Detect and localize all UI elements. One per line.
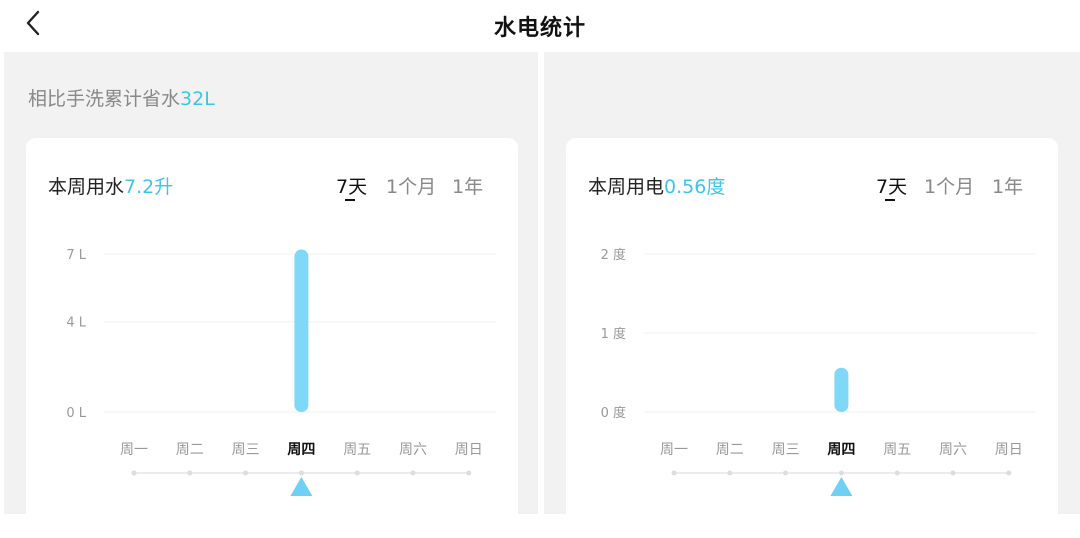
x-tick-label[interactable]: 周五 xyxy=(883,442,911,458)
y-tick-label: 2 度 xyxy=(601,247,626,263)
power-chart-card: 本周用电0.56度 7天 1个月 1年 2 度1 度0 度周一 周二 周三 周四 周五周… xyxy=(566,138,1058,538)
timeline-dot[interactable] xyxy=(950,470,956,476)
timeline-dot[interactable] xyxy=(671,470,677,476)
water-saving-summary: 相比手洗累计省水32L xyxy=(28,84,215,111)
x-tick-label[interactable]: 周五 xyxy=(343,442,371,458)
timeline-dot[interactable] xyxy=(354,470,360,476)
y-tick-label: 0 L xyxy=(66,406,86,421)
y-tick-label: 4 L xyxy=(66,316,86,331)
x-tick-label[interactable]: 周一 xyxy=(120,442,148,458)
water-bar-chart: 7 L 4 L 0 L 周一 周二 周三 周四 周五 周六 周日 xyxy=(66,248,496,496)
power-panel: 本周用电0.56度 7天 1个月 1年 2 度1 度0 度周一 周二 周三 周四 周五周… xyxy=(544,52,1080,538)
timeline-dot[interactable] xyxy=(838,470,844,476)
timeline-dot[interactable] xyxy=(1006,470,1012,476)
power-bar-chart: 2 度 1 度 0 度周一 周二 周三 周四 周五 周六 周日 xyxy=(601,247,1036,496)
timeline-dot[interactable] xyxy=(131,470,137,476)
x-tick-label[interactable]: 周日 xyxy=(455,442,483,458)
x-tick-label[interactable]: 周四 xyxy=(827,442,855,458)
selection-indicator[interactable] xyxy=(290,477,313,496)
timeline-dot[interactable] xyxy=(410,470,416,476)
page-title: 水电统计 xyxy=(493,16,586,41)
y-tick-label: 7 L xyxy=(66,248,86,263)
bar-周四[interactable] xyxy=(294,249,309,412)
x-tick-label[interactable]: 周六 xyxy=(399,442,427,458)
water-chart-card: 本周用水7.2升 7天 1个月 1年 7 L4 L0 L 周一 周二 周三 周四 周五 周六… xyxy=(26,138,518,538)
y-tick-label: 1 度 xyxy=(601,326,626,342)
selection-indicator[interactable] xyxy=(830,477,853,496)
timeline-dot[interactable] xyxy=(466,470,472,476)
timeline-dot[interactable] xyxy=(243,470,249,476)
timeline-dot[interactable] xyxy=(187,470,193,476)
top-bar: 水电统计 xyxy=(0,0,1080,50)
water-panel: 相比手洗累计省水32L 本周用水7.2升 7天 1个月 1年 7 L4 L0 L… xyxy=(4,52,538,538)
x-tick-label[interactable]: 周三 xyxy=(232,442,260,458)
x-tick-label[interactable]: 周六 xyxy=(939,442,967,458)
timeline-dot[interactable] xyxy=(298,470,304,476)
summary-value: 32L xyxy=(180,88,215,110)
timeline-dot[interactable] xyxy=(783,470,789,476)
x-tick-label[interactable]: 周二 xyxy=(176,442,204,458)
x-tick-label[interactable]: 周二 xyxy=(716,442,744,458)
summary-label: 相比手洗累计省水 xyxy=(28,88,181,110)
x-tick-label[interactable]: 周日 xyxy=(995,442,1023,458)
y-tick-label: 0 度 xyxy=(601,405,626,421)
timeline-dot[interactable] xyxy=(894,470,900,476)
x-tick-label[interactable]: 周四 xyxy=(287,442,315,458)
x-tick-label[interactable]: 周一 xyxy=(660,442,688,458)
x-tick-label[interactable]: 周三 xyxy=(772,442,800,458)
timeline-dot[interactable] xyxy=(727,470,733,476)
bar-周四[interactable] xyxy=(834,367,849,412)
